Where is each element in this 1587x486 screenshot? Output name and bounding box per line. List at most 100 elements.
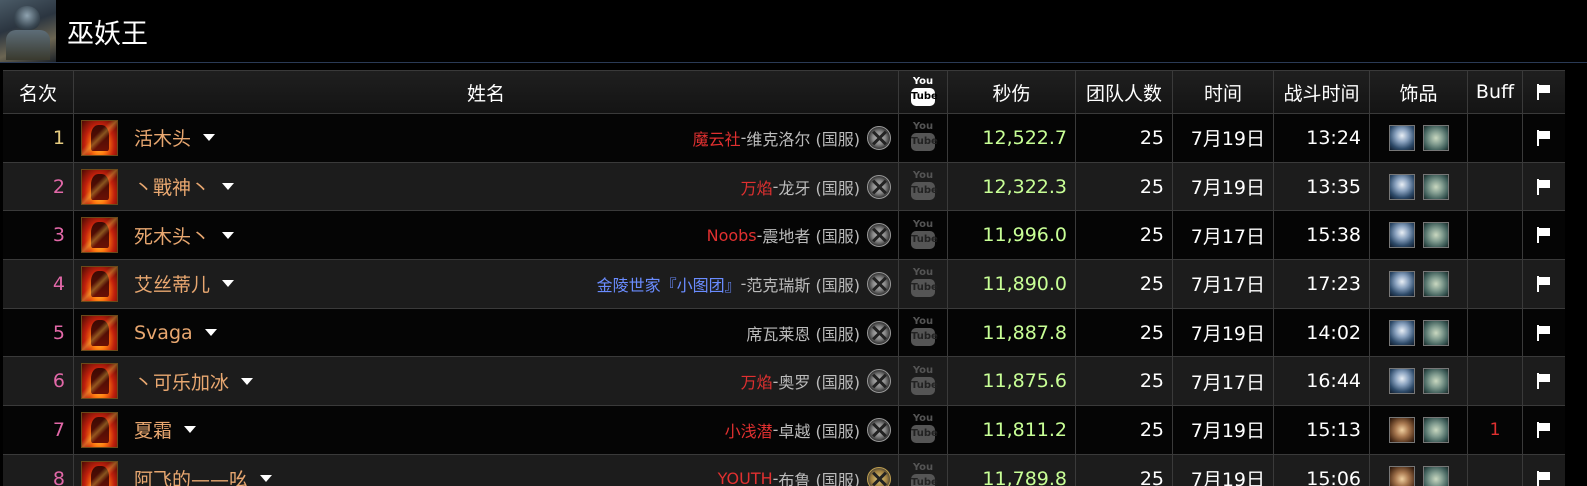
youtube-icon[interactable]: You Tube [911,219,938,252]
header-video[interactable]: You Tube [899,71,948,113]
table-row[interactable]: 4 艾丝蒂儿 金陵世家『小图团』 - 范克瑞斯 (国服) You Tube 11… [3,260,1565,309]
report-flag-cell[interactable] [1523,260,1565,308]
table-row[interactable]: 5 Svaga 席瓦莱恩 (国服) You Tube 11,887.8 25 7… [3,308,1565,358]
guild-link[interactable]: Noobs [707,226,757,245]
armory-icon[interactable] [867,126,891,150]
guild-link[interactable]: 万焰 [741,369,773,393]
report-flag-cell[interactable] [1523,114,1565,162]
flag-icon[interactable] [1537,275,1551,292]
player-name[interactable]: 阿飞的——吆 [134,455,273,486]
caret-down-icon[interactable] [203,134,216,142]
raid-size-value: 25 [1076,260,1173,308]
armory-icon[interactable] [867,418,891,443]
armory-icon[interactable] [867,272,891,297]
guild-link[interactable]: YOUTH [718,469,773,486]
skull-trinket-icon[interactable] [1388,222,1415,249]
date-value: 7月17日 [1173,211,1274,260]
youtube-icon[interactable]: You Tube [911,462,938,486]
player-name[interactable]: 夏霜 [134,406,197,454]
crystal-trinket-icon[interactable] [1422,124,1449,151]
player-name[interactable]: 死木头丶 [134,211,235,259]
bronze-trinket-icon[interactable] [1388,465,1415,486]
caret-down-icon[interactable] [222,231,235,239]
table-row[interactable]: 8 阿飞的——吆 YOUTH - 布鲁 (国服) You Tube 11,789… [3,454,1565,486]
youtube-icon[interactable]: You Tube [911,170,938,203]
caret-down-icon[interactable] [260,475,273,483]
player-name[interactable]: 艾丝蒂儿 [134,260,235,308]
youtube-icon[interactable]: You Tube [911,365,938,398]
guild-server: 万焰 - 龙牙 (国服) [741,163,860,211]
crystal-trinket-icon[interactable] [1422,222,1449,249]
rank-value: 8 [52,467,65,486]
buff-cell [1468,211,1523,260]
flag-icon[interactable] [1537,227,1551,244]
header-rank[interactable]: 名次 [3,71,74,113]
armory-icon[interactable] [867,369,891,394]
armory-icon[interactable] [867,174,891,199]
caret-down-icon[interactable] [184,426,197,434]
caret-down-icon[interactable] [241,377,254,385]
table-row[interactable]: 1 活木头 魔云社 - 维克洛尔 (国服) You Tube 12,522.7 … [3,114,1565,163]
video-cell: You Tube [899,114,948,162]
report-flag-cell[interactable] [1523,163,1565,211]
youtube-icon[interactable]: You Tube [911,316,938,349]
flag-icon[interactable] [1537,470,1551,486]
crystal-trinket-icon[interactable] [1422,368,1449,395]
skull-trinket-icon[interactable] [1388,124,1415,151]
guild-link[interactable]: 金陵世家『小图团』 [597,272,741,296]
table-row[interactable]: 7 夏霜 小浅潜 - 卓越 (国服) You Tube 11,811.2 25 … [3,406,1565,455]
skull-trinket-icon[interactable] [1388,368,1415,395]
crystal-trinket-icon[interactable] [1422,416,1449,443]
report-flag-cell[interactable] [1523,406,1565,454]
buff-cell [1468,454,1523,486]
armory-icon[interactable] [867,320,891,345]
header-date[interactable]: 时间 [1173,71,1274,113]
header-name[interactable]: 姓名 [74,71,899,113]
flag-icon[interactable] [1537,421,1551,438]
armory-icon[interactable] [867,466,891,486]
report-flag-cell[interactable] [1523,309,1565,357]
caret-down-icon[interactable] [222,280,235,288]
youtube-icon[interactable]: You Tube [911,121,938,154]
rank-cell: 3 [3,211,74,260]
header-dps[interactable]: 秒伤 [948,71,1076,113]
flag-icon[interactable] [1537,178,1551,195]
player-name[interactable]: 活木头 [134,114,216,162]
player-name[interactable]: 丶可乐加冰 [134,357,254,405]
bronze-trinket-icon[interactable] [1388,416,1415,443]
player-name[interactable]: 丶戰神丶 [134,163,235,211]
table-row[interactable]: 6 丶可乐加冰 万焰 - 奥罗 (国服) You Tube 11,875.6 2… [3,357,1565,407]
player-name[interactable]: Svaga [134,309,217,357]
guild-link[interactable]: 魔云社 [693,126,741,150]
video-cell: You Tube [899,260,948,308]
crystal-trinket-icon[interactable] [1422,465,1449,486]
report-flag-cell[interactable] [1523,357,1565,405]
header-trinkets[interactable]: 饰品 [1370,71,1468,113]
header-buff[interactable]: Buff [1468,71,1523,113]
header-flag[interactable] [1523,71,1565,113]
table-row[interactable]: 2 丶戰神丶 万焰 - 龙牙 (国服) You Tube 12,322.3 25… [3,162,1565,212]
report-flag-cell[interactable] [1523,211,1565,259]
guild-link[interactable]: 万焰 [741,175,773,199]
skull-trinket-icon[interactable] [1388,270,1415,297]
header-raid-size[interactable]: 团队人数 [1076,71,1173,113]
header-duration[interactable]: 战斗时间 [1274,71,1370,113]
trinkets-cell [1370,114,1468,162]
table-row[interactable]: 3 死木头丶 Noobs - 震地者 (国服) You Tube 11,996.… [3,211,1565,261]
duration-value: 15:13 [1274,406,1370,454]
flag-icon[interactable] [1537,129,1551,146]
caret-down-icon[interactable] [222,183,235,191]
crystal-trinket-icon[interactable] [1422,173,1449,200]
skull-trinket-icon[interactable] [1388,319,1415,346]
guild-link[interactable]: 小浅潜 [725,418,773,442]
armory-icon[interactable] [867,223,891,248]
report-flag-cell[interactable] [1523,455,1565,486]
crystal-trinket-icon[interactable] [1422,319,1449,346]
crystal-trinket-icon[interactable] [1422,270,1449,297]
youtube-icon[interactable]: You Tube [911,267,938,300]
flag-icon[interactable] [1537,324,1551,341]
youtube-icon[interactable]: You Tube [911,413,938,446]
skull-trinket-icon[interactable] [1388,173,1415,200]
flag-icon[interactable] [1537,373,1551,390]
caret-down-icon[interactable] [204,329,217,337]
